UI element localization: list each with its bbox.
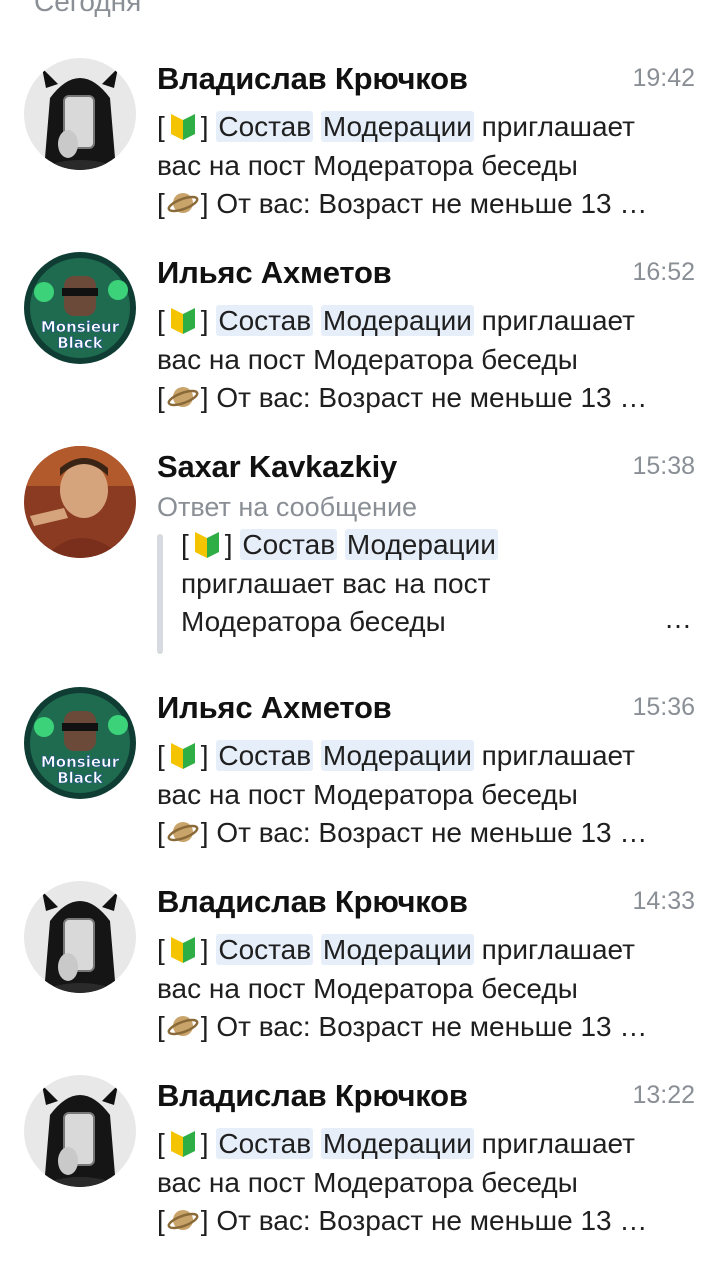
quote-ellipsis: …	[664, 603, 692, 634]
man-pointing-avatar-icon	[24, 446, 136, 558]
girl-phone-selfie-avatar-icon	[24, 1075, 136, 1187]
beginner-badge-icon	[167, 304, 199, 336]
message-time: 13:22	[632, 1081, 695, 1109]
beginner-badge-icon	[167, 933, 199, 965]
girl-phone-selfie-avatar-icon	[24, 881, 136, 993]
reply-label: Ответ на сообщение	[157, 492, 418, 522]
ringed-planet-icon	[167, 187, 199, 219]
quote-bar	[157, 534, 163, 654]
message-time: 16:52	[632, 258, 695, 286]
message-item[interactable]: Владислав Крючков 13:22 [] Состав Модера…	[0, 1075, 720, 1255]
avatar[interactable]	[24, 58, 136, 170]
message-item[interactable]: Владислав Крючков 19:42 [] Состав Модера…	[0, 58, 720, 238]
sender-name: Владислав Крючков	[157, 1078, 468, 1113]
svg-text:Black: Black	[57, 769, 104, 787]
message-time: 15:36	[632, 693, 695, 721]
message-time: 14:33	[632, 887, 695, 915]
avatar[interactable]	[24, 881, 136, 993]
beginner-badge-icon	[167, 110, 199, 142]
message-text: [] Состав Модерации приглашает вас на по…	[157, 739, 648, 848]
monsieur-black-avatar-icon: Monsieur Black	[24, 687, 136, 799]
ringed-planet-icon	[167, 381, 199, 413]
message-time: 15:38	[632, 452, 695, 480]
avatar[interactable]	[24, 1075, 136, 1187]
svg-text:Black: Black	[57, 334, 104, 352]
sender-name: Владислав Крючков	[157, 61, 468, 96]
ringed-planet-icon	[167, 816, 199, 848]
mention-link[interactable]: Состав	[240, 529, 338, 560]
avatar[interactable]: Monsieur Black	[24, 687, 136, 799]
beginner-badge-icon	[167, 1127, 199, 1159]
sender-name: Ильяс Ахметов	[157, 255, 392, 290]
avatar[interactable]	[24, 446, 136, 558]
beginner-badge-icon	[167, 739, 199, 771]
message-item[interactable]: Saxar Kavkazkiy 15:38 Ответ на сообщение…	[0, 446, 720, 666]
message-item[interactable]: Владислав Крючков 14:33 [] Состав Модера…	[0, 881, 720, 1061]
mention-link[interactable]: Состав	[216, 740, 314, 771]
section-header-today: Сегодня	[34, 0, 142, 17]
mention-link[interactable]: Состав	[216, 111, 314, 142]
girl-phone-selfie-avatar-icon	[24, 58, 136, 170]
mention-link[interactable]: Модерации	[344, 529, 498, 560]
message-item[interactable]: Monsieur Black Ильяс Ахметов 15:36 [] Со…	[0, 687, 720, 867]
quote-text: [] Состав Модерации приглашает вас на по…	[181, 528, 498, 637]
mention-link[interactable]: Модерации	[320, 1128, 474, 1159]
sender-name: Владислав Крючков	[157, 884, 468, 919]
mention-link[interactable]: Состав	[216, 934, 314, 965]
ringed-planet-icon	[167, 1010, 199, 1042]
mention-link[interactable]: Состав	[216, 305, 314, 336]
mention-link[interactable]: Модерации	[320, 934, 474, 965]
mention-link[interactable]: Состав	[216, 1128, 314, 1159]
message-text: [] Состав Модерации приглашает вас на по…	[157, 1127, 648, 1236]
ringed-planet-icon	[167, 1204, 199, 1236]
mention-link[interactable]: Модерации	[320, 740, 474, 771]
message-text: [] Состав Модерации приглашает вас на по…	[157, 110, 648, 219]
message-text: [] Состав Модерации приглашает вас на по…	[157, 933, 648, 1042]
quoted-message[interactable]: [] Состав Модерации приглашает вас на по…	[157, 529, 702, 654]
monsieur-black-avatar-icon: Monsieur Black	[24, 252, 136, 364]
sender-name: Saxar Kavkazkiy	[157, 449, 398, 484]
message-time: 19:42	[632, 64, 695, 92]
beginner-badge-icon	[191, 528, 223, 560]
sender-name: Ильяс Ахметов	[157, 690, 392, 725]
avatar[interactable]: Monsieur Black	[24, 252, 136, 364]
mention-link[interactable]: Модерации	[320, 111, 474, 142]
message-item[interactable]: Monsieur Black Ильяс Ахметов 16:52 [] Со…	[0, 252, 720, 432]
mention-link[interactable]: Модерации	[320, 305, 474, 336]
message-text: [] Состав Модерации приглашает вас на по…	[157, 304, 648, 413]
